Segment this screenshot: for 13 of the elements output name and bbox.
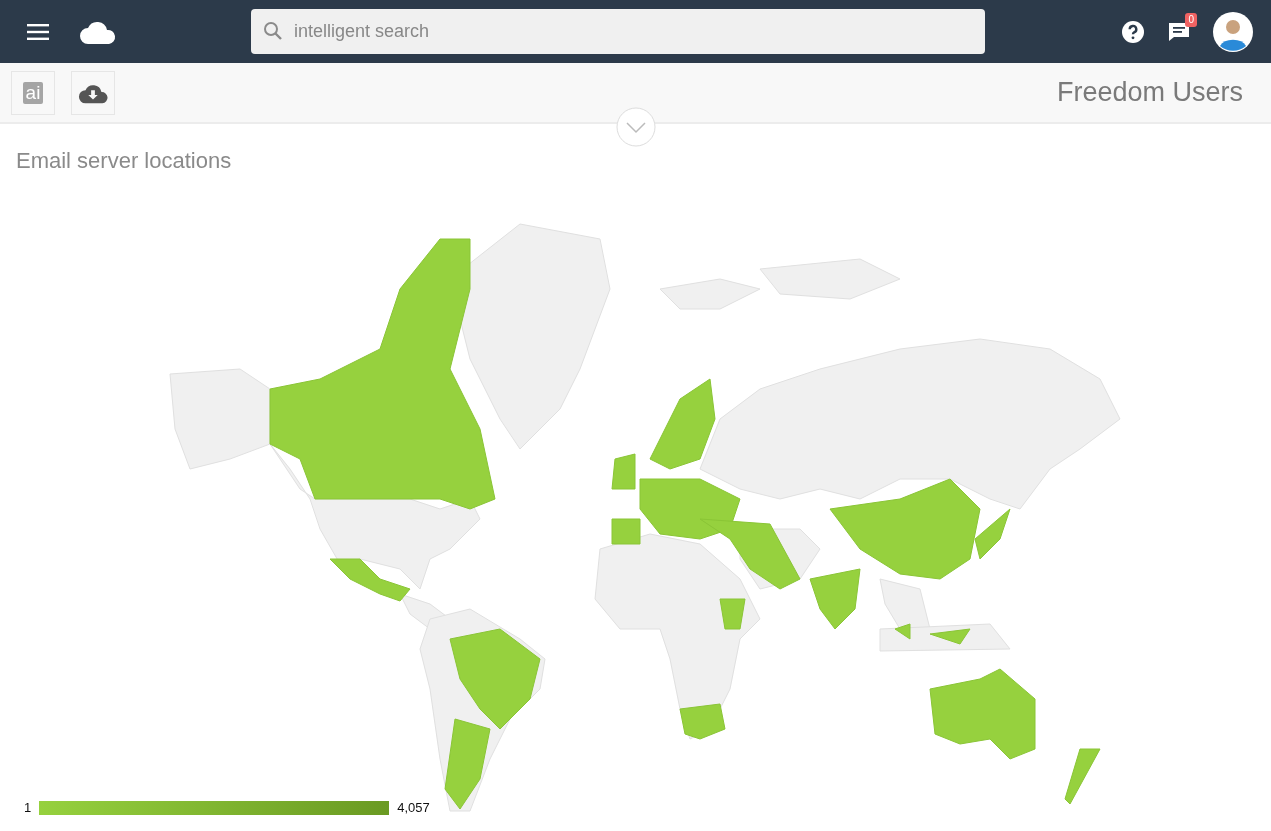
- legend-max-label: 4,057: [397, 800, 430, 815]
- notification-count: 0: [1185, 12, 1197, 27]
- avatar-icon[interactable]: [1213, 11, 1253, 52]
- cloud-logo-icon[interactable]: [80, 19, 116, 44]
- chat-icon[interactable]: [1168, 21, 1190, 42]
- help-icon[interactable]: [1122, 20, 1144, 43]
- download-button[interactable]: [71, 70, 115, 115]
- menu-icon[interactable]: [27, 23, 49, 40]
- ai-button[interactable]: ai: [11, 70, 55, 115]
- map-title: Email server locations: [16, 148, 233, 174]
- page-title: Freedom Users: [1056, 77, 1243, 108]
- legend-min-label: 1: [24, 800, 32, 815]
- search-field[interactable]: intelligent search: [251, 9, 985, 54]
